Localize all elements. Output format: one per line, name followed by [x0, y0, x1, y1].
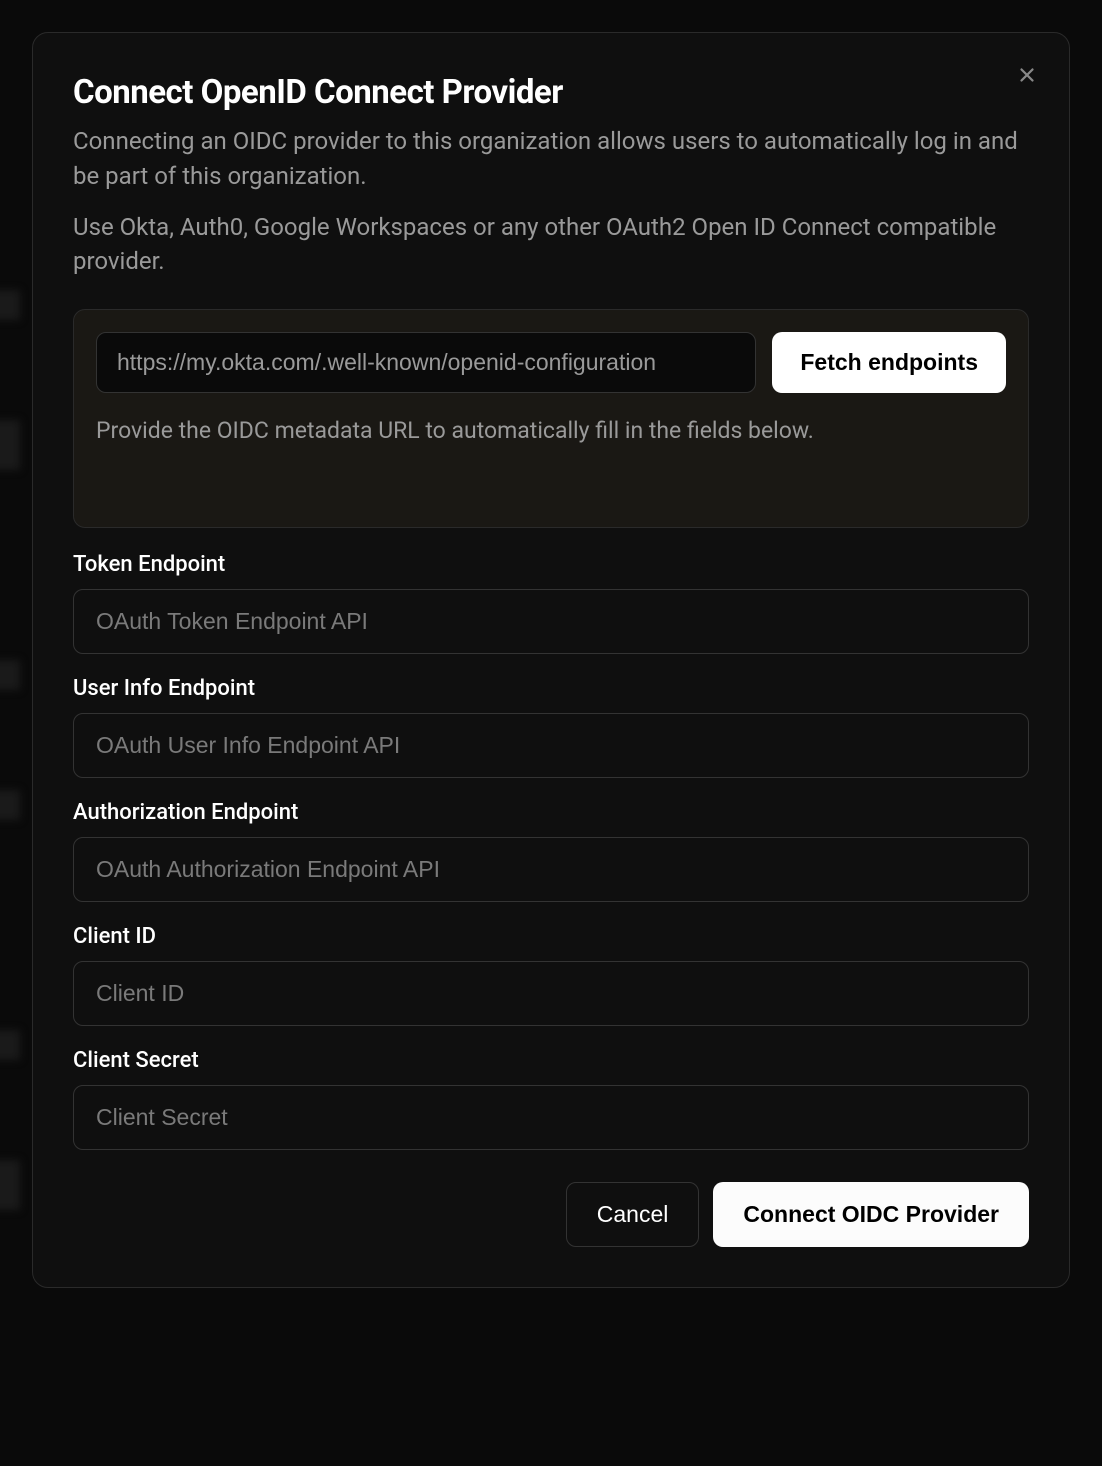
- close-button[interactable]: [1013, 61, 1041, 89]
- token-endpoint-label: Token Endpoint: [73, 552, 1029, 577]
- modal-description-1: Connecting an OIDC provider to this orga…: [73, 124, 1029, 194]
- oidc-modal: Connect OpenID Connect Provider Connecti…: [32, 32, 1070, 1288]
- client-secret-group: Client Secret: [73, 1048, 1029, 1150]
- client-id-group: Client ID: [73, 924, 1029, 1026]
- client-id-input[interactable]: [73, 961, 1029, 1026]
- modal-description-2: Use Okta, Auth0, Google Workspaces or an…: [73, 210, 1029, 280]
- metadata-hint: Provide the OIDC metadata URL to automat…: [96, 415, 1006, 447]
- close-icon: [1016, 64, 1038, 86]
- authorization-endpoint-group: Authorization Endpoint: [73, 800, 1029, 902]
- authorization-endpoint-label: Authorization Endpoint: [73, 800, 1029, 825]
- metadata-box: Fetch endpoints Provide the OIDC metadat…: [73, 309, 1029, 528]
- client-secret-label: Client Secret: [73, 1048, 1029, 1073]
- fetch-endpoints-button[interactable]: Fetch endpoints: [772, 332, 1006, 393]
- authorization-endpoint-input[interactable]: [73, 837, 1029, 902]
- user-info-endpoint-label: User Info Endpoint: [73, 676, 1029, 701]
- client-secret-input[interactable]: [73, 1085, 1029, 1150]
- modal-title: Connect OpenID Connect Provider: [73, 73, 1029, 112]
- token-endpoint-group: Token Endpoint: [73, 552, 1029, 654]
- metadata-url-input[interactable]: [96, 332, 756, 393]
- metadata-row: Fetch endpoints: [96, 332, 1006, 393]
- user-info-endpoint-group: User Info Endpoint: [73, 676, 1029, 778]
- user-info-endpoint-input[interactable]: [73, 713, 1029, 778]
- token-endpoint-input[interactable]: [73, 589, 1029, 654]
- client-id-label: Client ID: [73, 924, 1029, 949]
- connect-oidc-button[interactable]: Connect OIDC Provider: [713, 1182, 1029, 1247]
- modal-footer: Cancel Connect OIDC Provider: [73, 1182, 1029, 1247]
- cancel-button[interactable]: Cancel: [566, 1182, 700, 1247]
